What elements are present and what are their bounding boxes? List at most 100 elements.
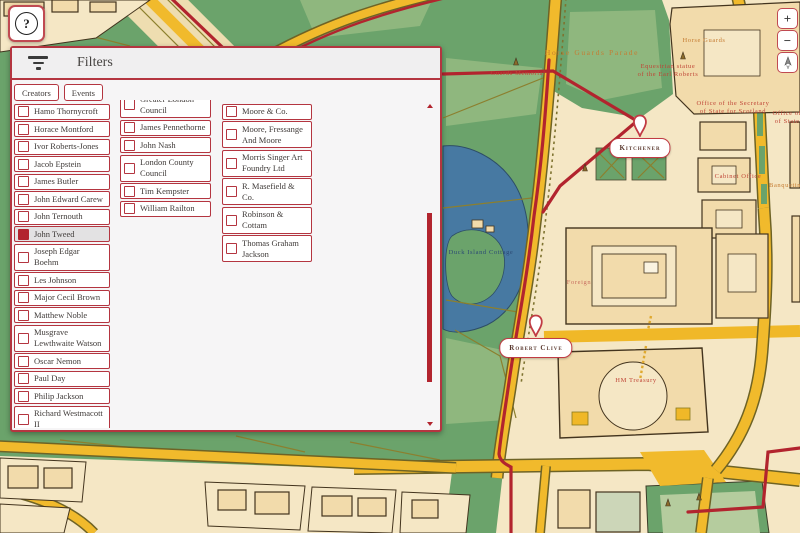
filter-item-label: Les Johnson — [34, 275, 76, 286]
checkbox-unchecked[interactable] — [124, 186, 135, 197]
checkbox-unchecked[interactable] — [18, 333, 29, 344]
filter-checkbox-item[interactable]: William Railton — [120, 201, 211, 217]
scrollbar-thumb[interactable] — [427, 213, 432, 382]
filter-item-label: John Tweed — [34, 229, 75, 240]
filter-checkbox-list: Hamo ThornycroftHorace Montford Ivor Robe… — [12, 100, 428, 428]
filter-checkbox-item[interactable]: James Butler — [14, 174, 110, 190]
filter-item-label: Morris Singer Art Foundry Ltd — [242, 152, 308, 174]
filters-panel: Filters Creators Events Hamo Thornycroft… — [10, 46, 442, 432]
filter-checkbox-item[interactable]: Les Johnson — [14, 272, 110, 288]
filter-checkbox-item[interactable]: Robinson & Cottam — [222, 207, 312, 234]
checkbox-unchecked[interactable] — [18, 275, 29, 286]
filter-checkbox-item[interactable]: Ivor Roberts-Jones — [14, 139, 110, 155]
filter-item-label: John Nash — [140, 140, 176, 151]
filter-checkbox-item[interactable]: Greater London Council — [120, 100, 211, 118]
filter-checkbox-item[interactable]: Matthew Noble — [14, 307, 110, 323]
checkbox-checked[interactable] — [18, 229, 29, 240]
filter-checkbox-item[interactable]: John Edward Carew — [14, 191, 110, 207]
checkbox-unchecked[interactable] — [18, 391, 29, 402]
checkbox-unchecked[interactable] — [18, 373, 29, 384]
checkbox-unchecked[interactable] — [124, 100, 135, 110]
compass-needle-icon — [782, 56, 794, 70]
checkbox-unchecked[interactable] — [18, 106, 29, 117]
filter-checkbox-item[interactable]: Horace Montford — [14, 121, 110, 137]
filter-checkbox-item[interactable]: Thomas Graham Jackson — [222, 235, 312, 262]
filter-checkbox-item[interactable]: Oscar Nemon — [14, 353, 110, 369]
filter-checkbox-item[interactable]: Philip Jackson — [14, 388, 110, 404]
checkbox-unchecked[interactable] — [18, 141, 29, 152]
filter-item-label: William Railton — [140, 203, 195, 214]
checkbox-unchecked[interactable] — [124, 163, 135, 174]
checkbox-unchecked[interactable] — [124, 122, 135, 133]
checkbox-unchecked[interactable] — [18, 124, 29, 135]
tab-creators[interactable]: Creators — [14, 84, 59, 101]
filter-checkbox-item[interactable]: Hamo Thornycroft — [14, 104, 110, 120]
filter-checkbox-item[interactable]: R. Masefield & Co. — [222, 178, 312, 205]
filter-item-label: Moore & Co. — [242, 106, 288, 117]
filter-item-label: Ivor Roberts-Jones — [34, 141, 98, 152]
map-zoom-controls: + − — [777, 8, 798, 73]
filter-item-label: Jacob Epstein — [34, 159, 81, 170]
filter-item-label: Musgrave Lewthwaite Watson — [34, 327, 106, 349]
filter-checkbox-item[interactable]: John Ternouth — [14, 209, 110, 225]
checkbox-unchecked[interactable] — [226, 129, 237, 140]
filter-checkbox-item[interactable]: Tim Kempster — [120, 183, 211, 199]
checkbox-unchecked[interactable] — [18, 414, 29, 425]
filter-item-label: Robinson & Cottam — [242, 209, 308, 231]
checkbox-unchecked[interactable] — [124, 140, 135, 151]
filter-checkbox-item[interactable]: Jacob Epstein — [14, 156, 110, 172]
filter-item-label: Joseph Edgar Boehm — [34, 246, 106, 268]
checkbox-unchecked[interactable] — [226, 106, 237, 117]
filters-panel-header: Filters — [12, 48, 440, 80]
checkbox-unchecked[interactable] — [18, 292, 29, 303]
filter-checkbox-item[interactable]: John Nash — [120, 137, 211, 153]
filter-checkbox-item[interactable]: John Tweed — [14, 226, 110, 242]
scroll-down-arrow[interactable] — [427, 422, 433, 426]
checkbox-unchecked[interactable] — [18, 176, 29, 187]
filter-column-3: Moore & Co. Moore, Fressange And Moore Mor… — [222, 100, 312, 264]
checkbox-unchecked[interactable] — [226, 186, 237, 197]
checkbox-unchecked[interactable] — [18, 194, 29, 205]
help-button[interactable]: ? — [8, 5, 45, 42]
filter-column-2: Greater London Council James Pennethorne J… — [120, 100, 211, 218]
checkbox-unchecked[interactable] — [18, 159, 29, 170]
monument-marker[interactable]: Kitchener — [609, 114, 670, 158]
filter-item-label: London County Council — [140, 157, 207, 179]
question-mark-icon: ? — [15, 12, 38, 35]
map-pin-icon — [633, 114, 648, 137]
filter-checkbox-item[interactable]: Moore, Fressange And Moore — [222, 121, 312, 148]
checkbox-unchecked[interactable] — [226, 243, 237, 254]
filter-checkbox-item[interactable]: Morris Singer Art Foundry Ltd — [222, 150, 312, 177]
checkbox-unchecked[interactable] — [226, 158, 237, 169]
compass-button[interactable] — [777, 52, 798, 73]
checkbox-unchecked[interactable] — [18, 356, 29, 367]
map-pin-icon — [528, 314, 543, 337]
checkbox-unchecked[interactable] — [18, 252, 29, 263]
checkbox-unchecked[interactable] — [18, 211, 29, 222]
filter-item-label: John Ternouth — [34, 211, 83, 222]
filters-panel-title: Filters — [77, 55, 113, 71]
filter-checkbox-item[interactable]: Paul Day — [14, 371, 110, 387]
marker-label: Robert Clive — [499, 338, 572, 358]
filter-item-label: John Edward Carew — [34, 194, 103, 205]
filter-checkbox-item[interactable]: Moore & Co. — [222, 104, 312, 120]
filter-checkbox-item[interactable]: Joseph Edgar Boehm — [14, 244, 110, 271]
filter-checkbox-item[interactable]: Richard Westmacott II — [14, 406, 110, 429]
checkbox-unchecked[interactable] — [226, 215, 237, 226]
checkbox-unchecked[interactable] — [124, 203, 135, 214]
filter-checkbox-item[interactable]: London County Council — [120, 155, 211, 182]
filter-item-label: Thomas Graham Jackson — [242, 238, 308, 260]
filter-column-1: Hamo ThornycroftHorace Montford Ivor Robe… — [14, 100, 110, 428]
filter-tabs: Creators Events — [14, 84, 103, 101]
map-application: Horse Guards ParadeHorse GuardsEquestria… — [0, 0, 800, 533]
monument-marker[interactable]: Robert Clive — [499, 314, 572, 358]
filter-checkbox-item[interactable]: Musgrave Lewthwaite Watson — [14, 325, 110, 352]
scroll-up-arrow[interactable] — [427, 104, 433, 108]
tab-events[interactable]: Events — [64, 84, 103, 101]
checkbox-unchecked[interactable] — [18, 310, 29, 321]
filter-checkbox-item[interactable]: Major Cecil Brown — [14, 290, 110, 306]
filter-checkbox-item[interactable]: James Pennethorne — [120, 120, 211, 136]
zoom-in-button[interactable]: + — [777, 8, 798, 29]
filter-item-label: R. Masefield & Co. — [242, 181, 308, 203]
zoom-out-button[interactable]: − — [777, 30, 798, 51]
